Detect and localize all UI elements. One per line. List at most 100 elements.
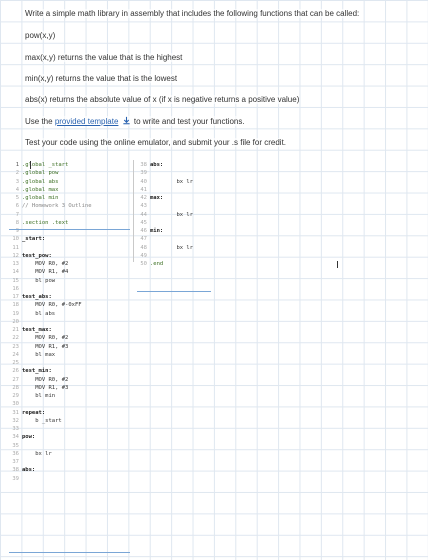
code-line[interactable]: 38 abs:: [137, 161, 211, 169]
code-line[interactable]: 49: [137, 252, 211, 260]
code-line[interactable]: 29 bl min: [9, 392, 133, 400]
download-icon[interactable]: [122, 116, 131, 125]
line-number: 3: [15, 178, 19, 185]
code-line[interactable]: 47: [137, 235, 211, 243]
code-line[interactable]: 11: [9, 244, 133, 252]
code-line[interactable]: 22 MOV R0, #2: [9, 334, 133, 342]
code-line[interactable]: 23 MOV R1, #3: [9, 343, 133, 351]
code-line[interactable]: 38 abs:: [9, 466, 133, 474]
code-line[interactable]: 3 .global abs: [9, 178, 133, 186]
code-text: bx lr: [150, 178, 194, 185]
code-text: min:: [150, 228, 164, 234]
code-text: .section .text: [22, 219, 69, 226]
code-text: bx lr: [150, 211, 194, 218]
code-text: abs:: [22, 467, 36, 474]
provided-template-link[interactable]: provided template: [55, 117, 119, 126]
code-line[interactable]: 24 bl max: [9, 351, 133, 359]
code-line[interactable]: 14 MOV R1, #4: [9, 268, 133, 276]
code-line[interactable]: 46 min:: [137, 227, 211, 235]
line-number: 29: [12, 393, 19, 399]
line-number: 20: [12, 318, 19, 325]
code-line[interactable]: 36 bx lr: [9, 450, 133, 458]
code-line[interactable]: 17 test_abs:: [9, 293, 133, 301]
code-text: .global min: [22, 195, 59, 201]
code-text: abs:: [150, 162, 164, 168]
line-number: 14: [12, 269, 19, 276]
code-line[interactable]: 19 bl abs: [9, 310, 133, 318]
code-text: MOV R1, #3: [22, 343, 69, 350]
code-line[interactable]: 35: [9, 442, 133, 450]
code-text: repeat:: [22, 409, 46, 416]
code-line[interactable]: 26 test_min:: [9, 367, 133, 375]
code-text: test_max:: [22, 327, 52, 333]
line-number: 44: [140, 211, 147, 218]
code-text: MOV R1, #3: [22, 384, 69, 391]
code-line[interactable]: 39: [137, 169, 211, 177]
line-number: 15: [12, 277, 19, 284]
line-number: 6: [15, 203, 19, 210]
code-line[interactable]: 37: [9, 458, 133, 466]
code-line[interactable]: 7: [9, 211, 133, 219]
code-text: test_min:: [22, 368, 52, 375]
line-number: 19: [12, 310, 19, 317]
line-number: 18: [12, 302, 19, 309]
line-number: 17: [12, 294, 19, 300]
code-line[interactable]: 48 bx lr: [137, 244, 211, 252]
code-line[interactable]: 42 max:: [137, 194, 211, 202]
template-instruction: Use the provided template to write and t…: [25, 116, 245, 126]
code-line[interactable]: 31 repeat:: [9, 409, 133, 417]
code-text: bx lr: [150, 244, 194, 251]
line-number: 39: [140, 170, 147, 177]
code-line[interactable]: 44 bx lr: [137, 211, 211, 219]
code-line[interactable]: 12 test_pow:: [9, 252, 133, 260]
code-line[interactable]: 50 .end: [137, 260, 211, 268]
code-line[interactable]: 45: [137, 219, 211, 227]
line-number: 7: [15, 211, 19, 218]
code-line[interactable]: 33: [9, 425, 133, 433]
code-line[interactable]: 27 MOV R0, #2: [9, 376, 133, 384]
line-number: 23: [12, 343, 19, 350]
code-line[interactable]: 8 .section .text: [9, 219, 133, 227]
line-number: 35: [12, 442, 19, 449]
code-line[interactable]: 32 b _start: [9, 417, 133, 425]
code-line[interactable]: 25: [9, 359, 133, 367]
code-text: MOV R0, #2: [22, 335, 69, 342]
code-line[interactable]: 13 MOV R0, #2: [9, 260, 133, 268]
code-line[interactable]: 28 MOV R1, #3: [9, 384, 133, 392]
line-number: 47: [140, 236, 147, 243]
code-line[interactable]: 39: [9, 475, 133, 483]
code-line[interactable]: 41: [137, 186, 211, 194]
text-cursor-left: [30, 161, 31, 169]
code-line[interactable]: 15 bl pow: [9, 277, 133, 285]
line-number: 42: [140, 195, 147, 201]
line-number: 30: [12, 401, 19, 408]
code-text: .global pow: [22, 170, 59, 177]
code-text: test_pow:: [22, 252, 52, 259]
code-text: test_abs:: [22, 294, 52, 300]
code-divider-right: [137, 291, 211, 292]
line-number: 43: [140, 203, 147, 210]
line-number: 45: [140, 219, 147, 226]
line-number: 41: [140, 186, 147, 193]
code-text: MOV R0, #-0xFF: [22, 302, 82, 309]
code-line[interactable]: 43: [137, 202, 211, 210]
line-number: 5: [15, 195, 19, 201]
code-line[interactable]: 40 bx lr: [137, 178, 211, 186]
code-line[interactable]: 6// Homework 3 Outline: [9, 202, 133, 210]
code-line[interactable]: 34 pow:: [9, 433, 133, 441]
code-line[interactable]: 21 test_max:: [9, 326, 133, 334]
code-line[interactable]: 20: [9, 318, 133, 326]
code-line[interactable]: 10 _start:: [9, 235, 133, 243]
code-line[interactable]: 1 .global _start: [9, 161, 133, 169]
code-line[interactable]: 18 MOV R0, #-0xFF: [9, 301, 133, 309]
line-number: 27: [12, 376, 19, 383]
line-number: 32: [12, 417, 19, 424]
line-number: 11: [12, 244, 19, 251]
function-abs-text: abs(x) returns the absolute value of x (…: [25, 95, 300, 104]
code-line[interactable]: 16: [9, 285, 133, 293]
code-line[interactable]: 5 .global min: [9, 194, 133, 202]
code-line[interactable]: 30: [9, 400, 133, 408]
line-number: 16: [12, 285, 19, 292]
code-line[interactable]: 4 .global max: [9, 186, 133, 194]
code-line[interactable]: 2 .global pow: [9, 169, 133, 177]
